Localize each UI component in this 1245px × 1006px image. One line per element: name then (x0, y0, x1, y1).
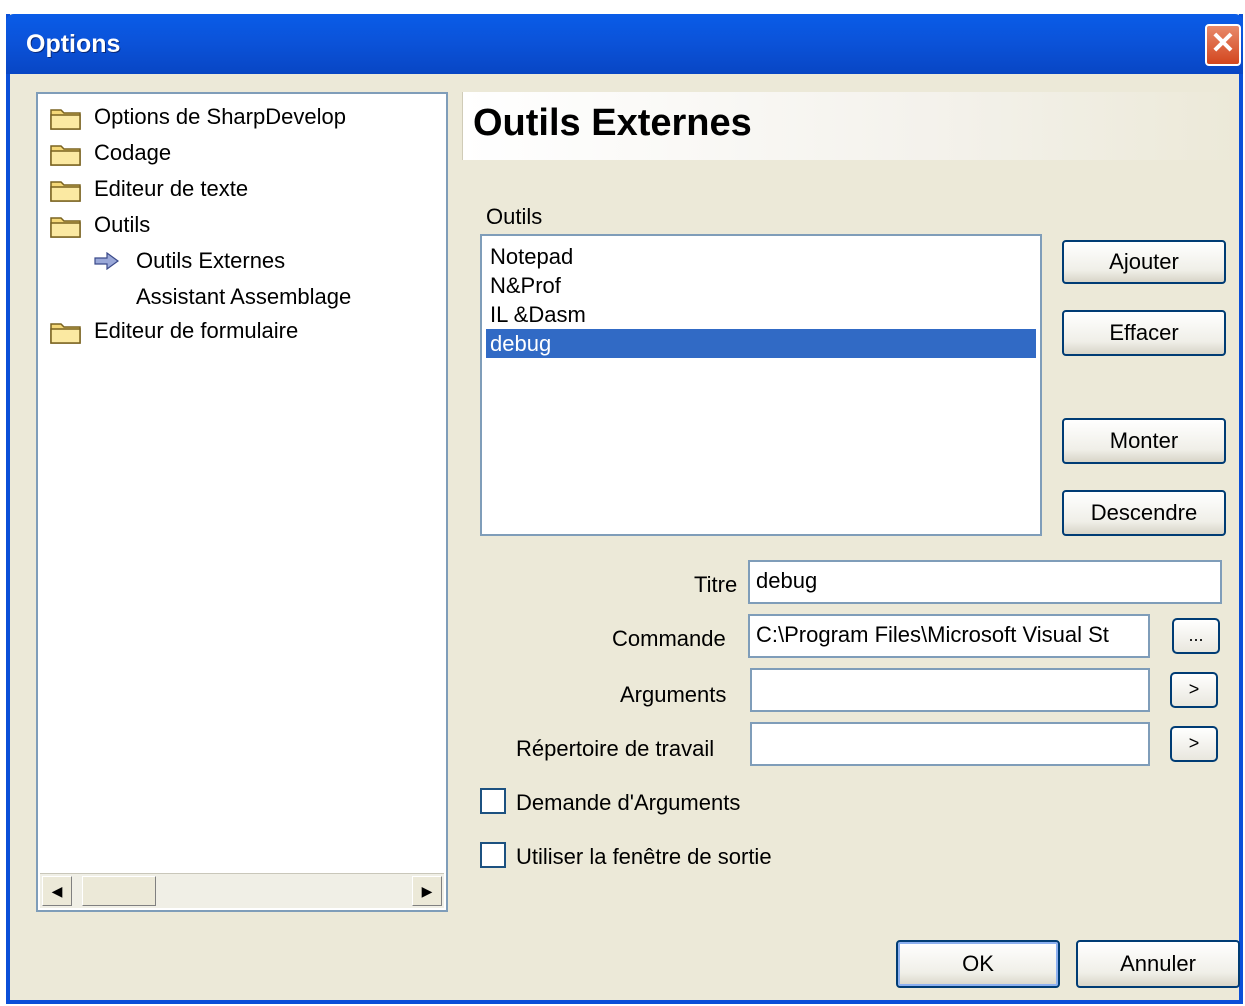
close-button[interactable]: ✕ (1205, 24, 1241, 66)
command-label: Commande (612, 626, 726, 651)
scroll-thumb[interactable] (82, 876, 156, 906)
tree-item-label: Editeur de texte (94, 176, 249, 201)
arguments-insert-button[interactable]: > (1170, 672, 1218, 708)
window-title: Options (26, 30, 121, 58)
tree-item-codage[interactable]: Codage (38, 138, 438, 168)
tree-item-outils-externes[interactable]: Outils Externes (38, 246, 438, 276)
title-label: Titre (694, 572, 738, 597)
scroll-right-button[interactable]: ▶ (412, 876, 442, 906)
scroll-left-button[interactable]: ◀ (42, 876, 72, 906)
panel-header: Outils Externes (462, 92, 1239, 160)
command-field[interactable]: C:\Program Files\Microsoft Visual St (748, 614, 1150, 658)
add-button[interactable]: Ajouter (1062, 240, 1226, 284)
list-item-selected[interactable]: debug (486, 329, 1036, 358)
tree-item-label: Outils Externes (136, 248, 286, 273)
tree-item-label: Options de SharpDevelop (94, 104, 346, 129)
list-item[interactable]: IL &Dasm (486, 300, 1036, 329)
list-item[interactable]: N&Prof (486, 271, 1036, 300)
move-down-button[interactable]: Descendre (1062, 490, 1226, 536)
folder-icon (50, 181, 81, 202)
options-tree[interactable]: Options de SharpDevelop Codage Editeur d… (36, 92, 448, 912)
folder-open-icon (50, 217, 81, 238)
tools-listbox[interactable]: Notepad N&Prof IL &Dasm debug (480, 234, 1042, 536)
list-item[interactable]: Notepad (486, 242, 1036, 271)
workdir-label: Répertoire de travail (516, 736, 715, 761)
arrow-right-icon (94, 252, 120, 270)
use-output-window-checkbox[interactable] (480, 842, 506, 868)
arguments-field[interactable] (750, 668, 1150, 712)
browse-command-button[interactable]: ... (1172, 618, 1220, 654)
tree-item-editeur-texte[interactable]: Editeur de texte (38, 174, 438, 204)
page-title: Outils Externes (473, 102, 752, 144)
workdir-field[interactable] (750, 722, 1150, 766)
tree-item-options-sharpdevelop[interactable]: Options de SharpDevelop (38, 102, 438, 132)
prompt-arguments-checkbox[interactable] (480, 788, 506, 814)
delete-button[interactable]: Effacer (1062, 310, 1226, 356)
tree-item-label: Outils (94, 212, 151, 237)
title-bar: Options ✕ (6, 14, 1243, 74)
folder-icon (50, 323, 81, 344)
prompt-arguments-label: Demande d'Arguments (516, 790, 741, 815)
folder-icon (50, 109, 81, 130)
tree-item-assistant-assemblage[interactable]: Assistant Assemblage (38, 282, 438, 312)
ok-button[interactable]: OK (896, 940, 1060, 988)
title-field[interactable]: debug (748, 560, 1222, 604)
tree-item-editeur-formulaire[interactable]: Editeur de formulaire (38, 316, 438, 346)
tree-horizontal-scrollbar[interactable]: ◀ ▶ (40, 873, 444, 908)
arguments-label: Arguments (620, 682, 727, 707)
cancel-button[interactable]: Annuler (1076, 940, 1240, 988)
folder-icon (50, 145, 81, 166)
tree-item-outils[interactable]: Outils (38, 210, 438, 240)
tools-label: Outils (486, 204, 543, 229)
use-output-window-label: Utiliser la fenêtre de sortie (516, 844, 772, 869)
tree-item-label: Codage (94, 140, 172, 165)
tree-item-label: Editeur de formulaire (94, 318, 299, 343)
move-up-button[interactable]: Monter (1062, 418, 1226, 464)
workdir-insert-button[interactable]: > (1170, 726, 1218, 762)
tree-item-label: Assistant Assemblage (136, 284, 352, 309)
